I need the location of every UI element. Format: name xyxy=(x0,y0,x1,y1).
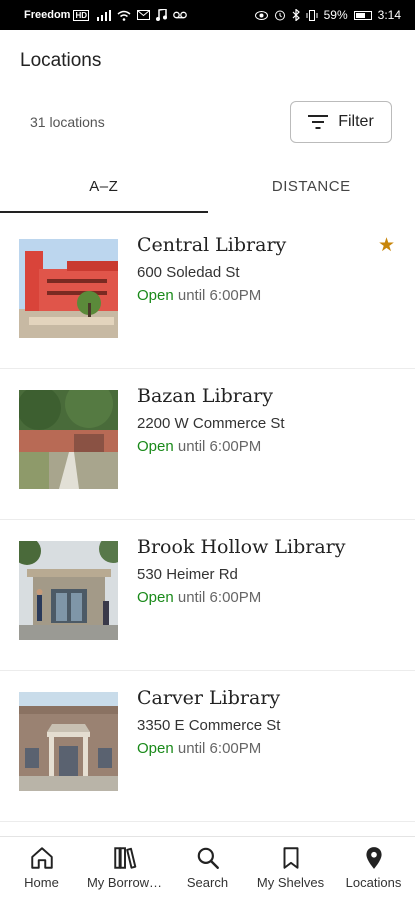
mail-icon xyxy=(137,10,151,20)
hours-text: until 6:00PM xyxy=(177,589,262,606)
locations-list: Central Library 600 Soledad St Open unti… xyxy=(0,218,415,822)
location-info: Brook Hollow Library 530 Heimer Rd Open … xyxy=(137,536,345,606)
battery-icon xyxy=(353,10,372,20)
nav-home[interactable]: Home xyxy=(0,837,83,900)
location-address: 530 Heimer Rd xyxy=(137,566,238,583)
location-info: Carver Library 3350 E Commerce St Open u… xyxy=(137,687,280,757)
hd-badge: HD xyxy=(73,9,90,21)
tab-a-z[interactable]: A–Z xyxy=(0,165,208,213)
location-address: 3350 E Commerce St xyxy=(137,717,281,734)
location-name: Brook Hollow Library xyxy=(137,536,346,558)
location-name: Bazan Library xyxy=(137,385,273,407)
open-status: Open xyxy=(137,740,174,757)
filter-button[interactable]: Filter xyxy=(290,101,392,143)
hours-text: until 6:00PM xyxy=(177,438,262,455)
locations-count: 31 locations xyxy=(30,114,105,130)
location-photo xyxy=(19,692,118,791)
nav-locations-label: Locations xyxy=(345,875,402,890)
nav-search[interactable]: Search xyxy=(166,837,249,900)
location-pin-icon xyxy=(365,847,382,869)
hours-text: until 6:00PM xyxy=(177,287,262,304)
eye-icon xyxy=(254,10,268,20)
list-item[interactable]: Bazan Library 2200 W Commerce St Open un… xyxy=(0,369,415,520)
location-address: 600 Soledad St xyxy=(137,264,240,281)
location-photo xyxy=(19,541,118,640)
voicemail-icon xyxy=(173,11,187,19)
hours-text: until 6:00PM xyxy=(177,740,262,757)
list-item[interactable]: Carver Library 3350 E Commerce St Open u… xyxy=(0,671,415,822)
open-status: Open xyxy=(137,438,174,455)
list-item[interactable]: Central Library 600 Soledad St Open unti… xyxy=(0,218,415,369)
location-photo xyxy=(19,239,118,338)
tab-distance[interactable]: DISTANCE xyxy=(208,165,415,213)
home-icon xyxy=(30,847,53,869)
nav-my-shelves[interactable]: My Shelves xyxy=(249,837,332,900)
music-icon xyxy=(156,9,168,21)
bottom-navigation: Home My Borrow… Search My Shelves Locati… xyxy=(0,836,415,900)
notification-icons xyxy=(97,9,187,21)
filter-label: Filter xyxy=(338,113,374,130)
nav-locations[interactable]: Locations xyxy=(332,837,415,900)
sort-tabs: A–Z DISTANCE xyxy=(0,165,415,213)
favorite-star-icon[interactable]: ★ xyxy=(378,234,395,256)
location-info: Central Library 600 Soledad St Open unti… xyxy=(137,234,286,304)
vibrate-icon xyxy=(306,9,318,21)
books-icon xyxy=(113,847,136,869)
location-hours: Open until 6:00PM xyxy=(137,287,286,304)
location-hours: Open until 6:00PM xyxy=(137,589,345,606)
location-photo xyxy=(19,390,118,489)
open-status: Open xyxy=(137,589,174,606)
wifi-icon xyxy=(117,10,131,21)
system-icons: 59% 3:14 xyxy=(254,8,401,22)
nav-my-borrowing-label: My Borrow… xyxy=(86,875,163,890)
battery-percent: 59% xyxy=(323,8,348,22)
location-hours: Open until 6:00PM xyxy=(137,740,280,757)
search-icon xyxy=(197,847,219,869)
page-title: Locations xyxy=(20,50,102,71)
nav-home-label: Home xyxy=(24,875,59,890)
location-address: 2200 W Commerce St xyxy=(137,415,285,432)
bluetooth-icon xyxy=(292,9,300,21)
clock: 3:14 xyxy=(377,8,401,22)
open-status: Open xyxy=(137,287,174,304)
filter-icon xyxy=(308,115,329,129)
location-name: Carver Library xyxy=(137,687,281,709)
signal-icon xyxy=(97,9,112,21)
status-bar: Freedom HD 59% 3:14 xyxy=(0,0,415,30)
alarm-icon xyxy=(274,10,285,21)
nav-search-label: Search xyxy=(186,875,229,890)
list-item[interactable]: Brook Hollow Library 530 Heimer Rd Open … xyxy=(0,520,415,671)
location-info: Bazan Library 2200 W Commerce St Open un… xyxy=(137,385,285,455)
location-name: Central Library xyxy=(137,234,287,256)
bookmark-icon xyxy=(283,847,298,869)
location-hours: Open until 6:00PM xyxy=(137,438,285,455)
nav-my-borrowing[interactable]: My Borrow… xyxy=(83,837,166,900)
carrier-name: Freedom HD xyxy=(24,9,90,21)
carrier-label: Freedom xyxy=(24,9,71,21)
nav-my-shelves-label: My Shelves xyxy=(256,875,325,890)
